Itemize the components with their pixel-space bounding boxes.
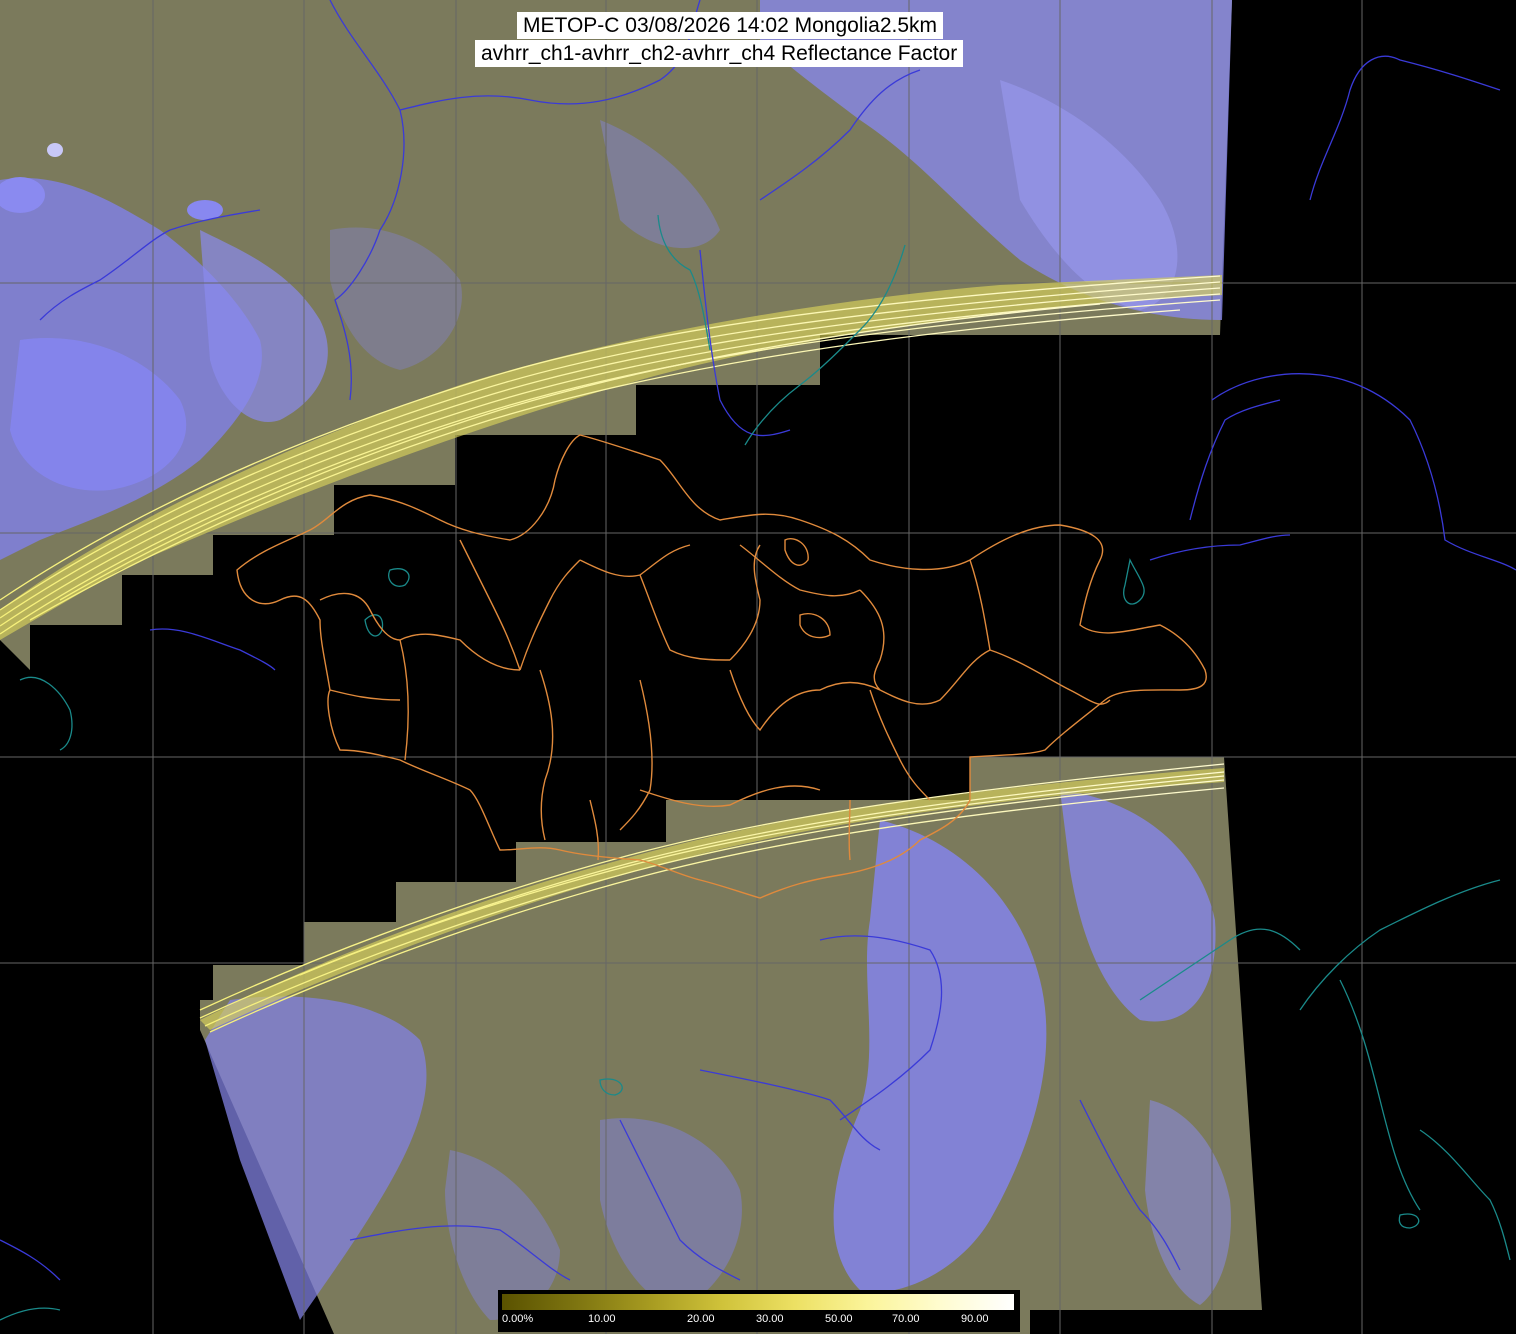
colorbar-label-3: 30.00 (756, 1313, 784, 1325)
map-title-line1: METOP-C 03/08/2026 14:02 Mongolia2.5km (517, 12, 944, 39)
colorbar-label-0: 0.00% (502, 1313, 534, 1325)
colorbar-label-4: 50.00 (825, 1313, 853, 1325)
satellite-map (0, 0, 1516, 1334)
map-title-line2: avhrr_ch1-avhrr_ch2-avhrr_ch4 Reflectanc… (475, 40, 964, 67)
colorbar-legend: 0.00% 10.00 20.00 30.00 50.00 70.00 90.0… (498, 1290, 1020, 1332)
north-imagery (0, 0, 1232, 670)
colorbar-label-5: 70.00 (892, 1313, 920, 1325)
colorbar-label-6: 90.00 (961, 1313, 989, 1325)
colorbar-label-2: 20.00 (687, 1313, 715, 1325)
colorbar-gradient (502, 1294, 1014, 1310)
colorbar-label-1: 10.00 (588, 1313, 616, 1325)
